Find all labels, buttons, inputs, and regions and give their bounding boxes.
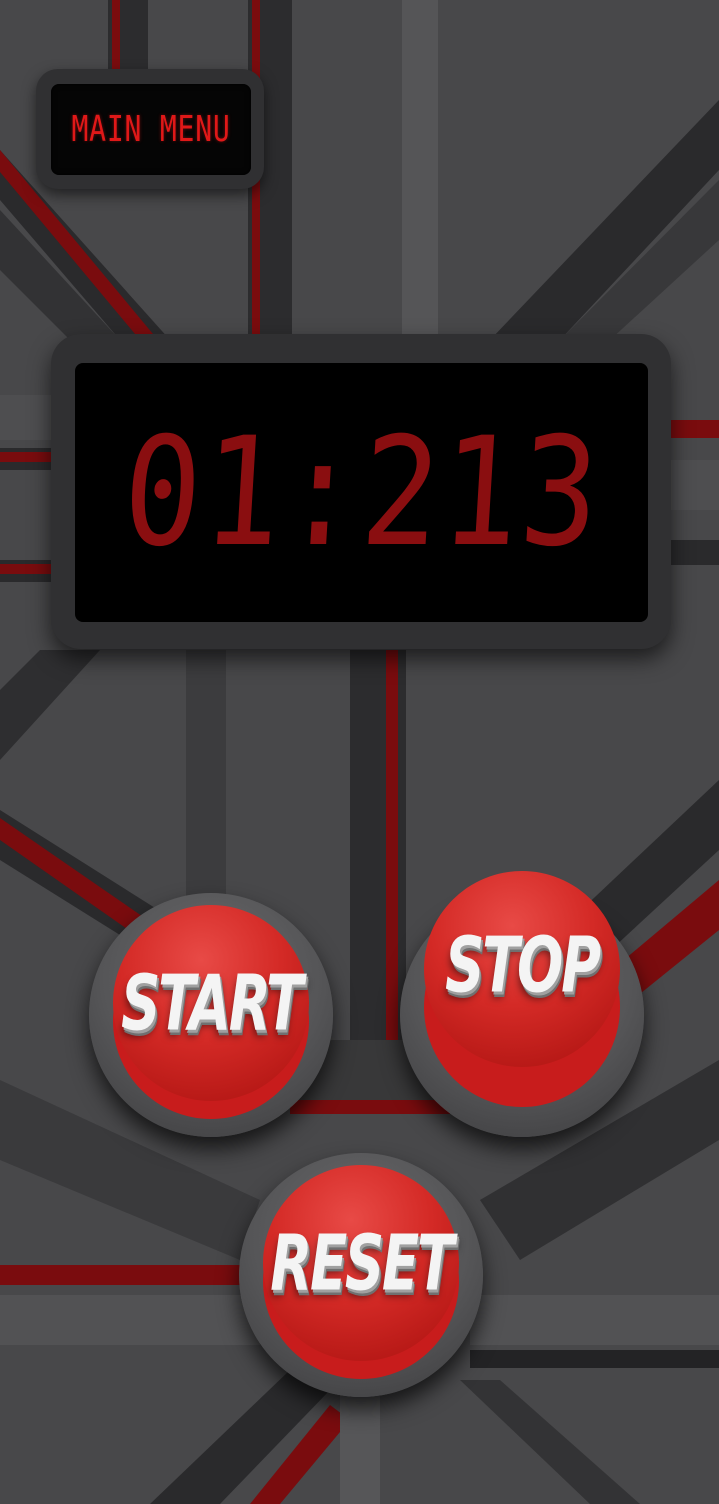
start-button[interactable]: START [89, 893, 333, 1137]
start-button-label: START [121, 957, 303, 1049]
stop-button-label: STOP [445, 919, 601, 1011]
stopwatch-screen: MAIN MENU 01:213 START STOP RESET [0, 0, 719, 1504]
timer-display: 01:213 [75, 363, 648, 622]
main-menu-label: MAIN MENU [71, 109, 231, 150]
timer-digits: 01:213 [118, 405, 605, 580]
reset-button[interactable]: RESET [239, 1153, 483, 1397]
stop-button[interactable]: STOP [400, 871, 644, 1137]
reset-button-label: RESET [270, 1217, 454, 1309]
main-menu-button[interactable]: MAIN MENU [51, 84, 251, 175]
